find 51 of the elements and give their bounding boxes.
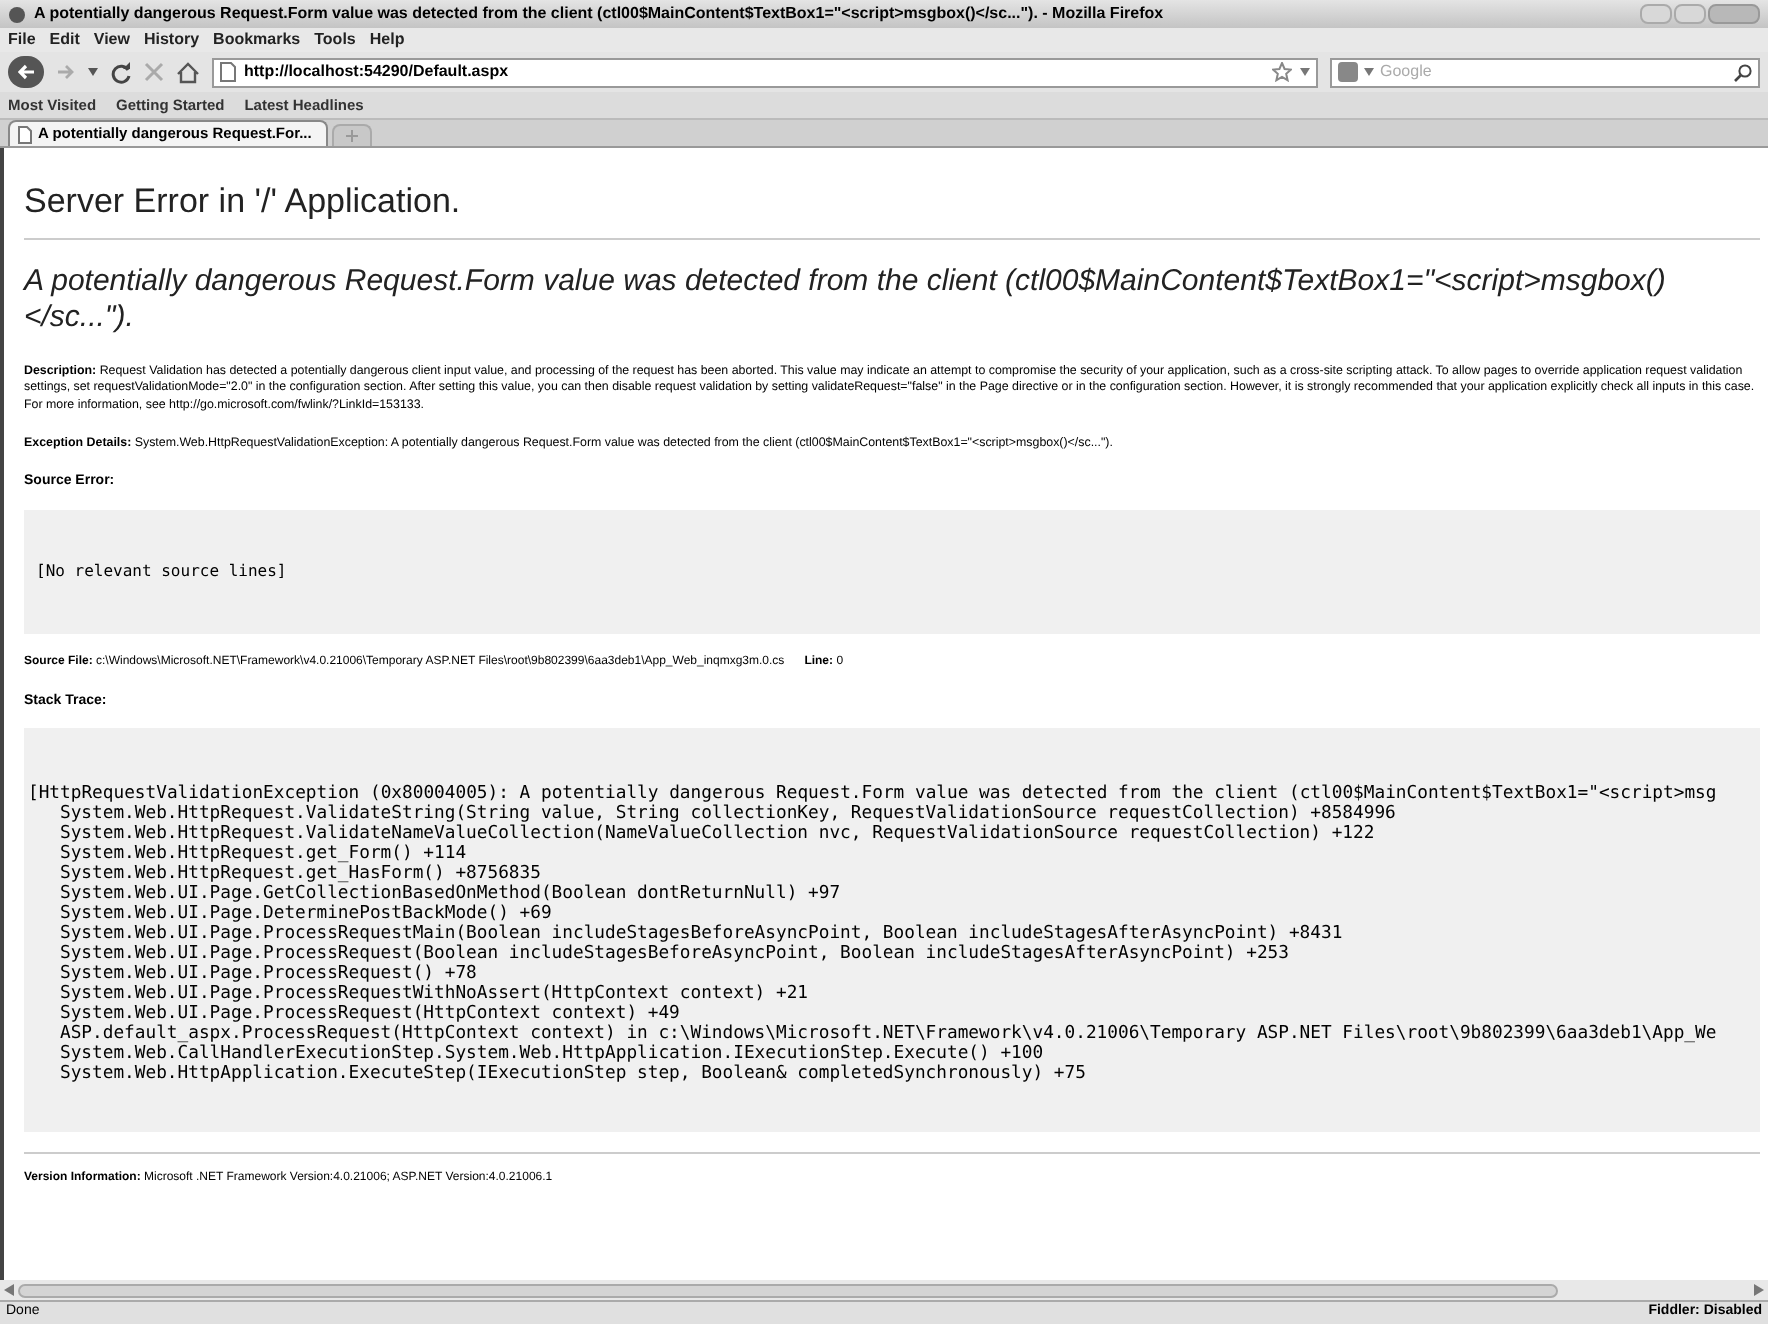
stack-trace-line: System.Web.HttpRequest.ValidateString(String value, String collectionKey, RequestValidationSource requestCollection) +8584996 (58, 804, 1398, 825)
dropdown-icon[interactable] (1300, 68, 1310, 76)
app-icon (8, 5, 26, 23)
menu-item[interactable]: Tools (314, 28, 356, 52)
forward-arrow-icon[interactable] (56, 64, 76, 80)
stack-trace-line: System.Web.HttpApplication.ExecuteStep(IExecutionStep step, Boolean& completedSynchronously) +75 (58, 1064, 1088, 1085)
close-button[interactable] (1708, 4, 1760, 24)
star-icon[interactable] (1272, 62, 1292, 82)
stack-trace-line: [HttpRequestValidationException (0x80004005): A potentially dangerous Request.Form value was detected from the client (ctl00$MainContent$TextBox1="<script>msg (28, 784, 1719, 805)
menu-item[interactable]: History (143, 28, 200, 52)
menu-item[interactable]: Edit (49, 28, 80, 52)
search-engine-icon[interactable] (1338, 62, 1358, 82)
source-error-text: [No relevant source lines] (36, 559, 287, 584)
back-arrow-icon (17, 64, 35, 80)
page-icon (18, 125, 32, 143)
dropdown-icon[interactable] (1364, 68, 1374, 76)
home-icon[interactable] (176, 61, 200, 83)
back-button[interactable] (8, 56, 44, 88)
horizontal-scrollbar[interactable] (0, 1280, 1768, 1300)
search-field[interactable]: Google (1330, 57, 1760, 87)
error-title: A potentially dangerous Request.Form value was detected from the client (ctl00$MainContent$TextBox1="<script>msgbox()</sc..."). (24, 263, 1668, 335)
stack-trace-line: System.Web.UI.Page.ProcessRequestWithNoAssert(HttpContext context) +21 (58, 984, 811, 1005)
search-input[interactable]: Google (1380, 60, 1728, 84)
stack-trace-line: System.Web.HttpRequest.get_HasForm() +8756835 (58, 864, 541, 885)
reload-icon[interactable] (110, 61, 132, 83)
stack-trace-line: ASP.default_aspx.ProcessRequest(HttpContext context) in c:\Windows\Microsoft.NET\Framework\v4.0.21006\Temporary ASP.NET Files\root\9b802399\6aa3deb1\App_We (58, 1024, 1719, 1045)
stack-trace-line: System.Web.UI.Page.ProcessRequest(Boolean includeStagesBeforeAsyncPoint, Boolean includeStagesAfterAsyncPoint) +253 (58, 944, 1291, 965)
stack-trace-line: System.Web.UI.Page.ProcessRequest(HttpContext context) +49 (58, 1004, 680, 1025)
search-icon[interactable] (1734, 63, 1752, 81)
plus-icon (346, 130, 358, 142)
menu-item[interactable]: Bookmarks (213, 28, 301, 52)
scrollbar-thumb[interactable] (18, 1283, 1558, 1297)
dropdown-icon[interactable] (88, 68, 98, 76)
scroll-left-icon[interactable] (4, 1284, 14, 1296)
stack-trace-line: System.Web.CallHandlerExecutionStep.System.Web.HttpApplication.IExecutionStep.Execute() +100 (58, 1044, 1046, 1065)
menu-item[interactable]: Help (369, 28, 405, 52)
window-title: A potentially dangerous Request.Form value was detected from the client (ctl00$MainContent$TextBox1="<script>msgbox()</sc..."). - Mozilla Firefox (34, 2, 1164, 26)
url-text: http://localhost:54290/Default.aspx (244, 60, 509, 84)
page-icon (220, 62, 236, 82)
stack-trace-line: System.Web.UI.Page.GetCollectionBasedOnMethod(Boolean dontReturnNull) +97 (58, 884, 843, 905)
stack-trace-line: System.Web.UI.Page.DeterminePostBackMode() +69 (58, 904, 553, 925)
stack-trace-line: System.Web.HttpRequest.get_Form() +114 (58, 844, 467, 865)
menu-item[interactable]: File (8, 28, 36, 52)
scroll-right-icon[interactable] (1754, 1284, 1764, 1296)
menu-item[interactable]: View (93, 28, 130, 52)
stack-trace-line: System.Web.HttpRequest.ValidateNameValueCollection(NameValueCollection nvc, RequestValidationSource requestCollection) +122 (58, 824, 1377, 845)
stop-icon[interactable] (144, 62, 164, 82)
address-bar[interactable]: http://localhost:54290/Default.aspx (212, 57, 1318, 87)
stack-trace-line: System.Web.UI.Page.ProcessRequest() +78 (58, 964, 477, 985)
stack-trace-line: System.Web.UI.Page.ProcessRequestMain(Boolean includeStagesBeforeAsyncPoint, Boolean includeStagesAfterAsyncPoint) +8431 (58, 924, 1345, 945)
page-heading: Server Error in '/' Application. (24, 176, 1760, 239)
